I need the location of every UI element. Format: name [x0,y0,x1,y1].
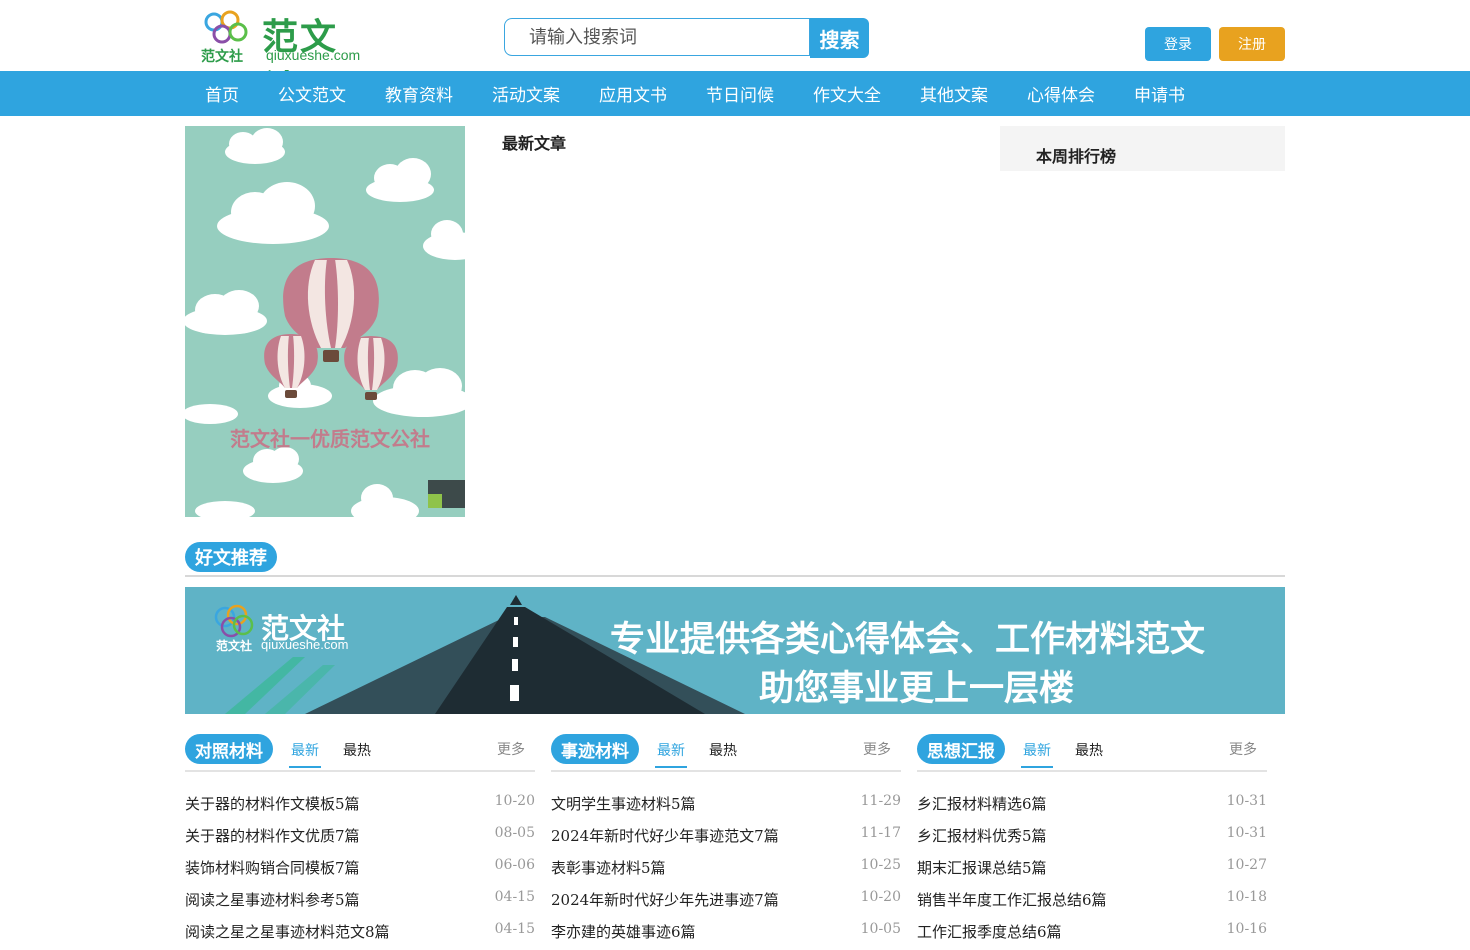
item-title[interactable]: 表彰事迹材料5篇 [551,857,666,878]
item-title[interactable]: 期末汇报课总结5篇 [917,857,1047,878]
list-item[interactable]: 表彰事迹材料5篇 10-25 [551,854,901,886]
item-date: 10-18 [1226,889,1267,905]
more-link[interactable]: 更多 [863,739,891,759]
item-title[interactable]: 乡汇报材料精选6篇 [917,793,1047,814]
nav-item-official[interactable]: 公文范文 [278,81,346,106]
banner-logo-domain: qiuxueshe.com [261,637,349,652]
tab-hottest[interactable]: 最热 [1075,740,1103,760]
item-title[interactable]: 2024年新时代好少年先进事迹7篇 [551,889,779,910]
poster-image[interactable]: 范文社一优质范文公社 [185,126,465,517]
item-date: 11-29 [860,793,901,809]
tab-hottest[interactable]: 最热 [343,740,371,760]
list-item[interactable]: 销售半年度工作汇报总结6篇 10-18 [917,886,1267,918]
login-button[interactable]: 登录 [1145,27,1211,61]
column-header: 思想汇报 最新 最热 更多 [917,734,1267,772]
item-date: 11-17 [860,825,901,841]
item-title[interactable]: 工作汇报季度总结6篇 [917,921,1062,942]
weekly-ranking-box: 本周排行榜 [1000,126,1285,171]
nav-item-essay[interactable]: 作文大全 [813,81,881,106]
item-title[interactable]: 关于器的材料作文优质7篇 [185,825,360,846]
banner-subheadline: 助您事业更上一层楼 [759,669,1075,709]
list-item[interactable]: 阅读之星事迹材料参考5篇 04-15 [185,886,535,918]
list-item[interactable]: 2024年新时代好少年先进事迹7篇 10-20 [551,886,901,918]
item-title[interactable]: 装饰材料购销合同模板7篇 [185,857,360,878]
more-link[interactable]: 更多 [1229,739,1257,759]
list-item[interactable]: 文明学生事迹材料5篇 11-29 [551,790,901,822]
site-logo[interactable]: 范文社 范文社 qiuxueshe.com [200,8,375,110]
column-thought-reports: 思想汇报 最新 最热 更多 乡汇报材料精选6篇 10-31 乡汇报材料优秀5篇 10… [917,734,1267,950]
column-comparison-materials: 对照材料 最新 最热 更多 关于器的材料作文模板5篇 10-20 关于器的材料作文… [185,734,535,950]
item-title[interactable]: 阅读之星之星事迹材料范文8篇 [185,921,390,942]
list-item[interactable]: 关于器的材料作文优质7篇 08-05 [185,822,535,854]
item-title[interactable]: 文明学生事迹材料5篇 [551,793,696,814]
item-date: 04-15 [494,889,535,905]
tab-active-underline [655,766,687,768]
register-button[interactable]: 注册 [1219,27,1285,61]
column-header: 事迹材料 最新 最热 更多 [551,734,901,772]
search-box [504,18,810,56]
tab-hottest[interactable]: 最热 [709,740,737,760]
tab-active-underline [1021,766,1053,768]
latest-articles-title: 最新文章 [502,134,567,153]
item-title[interactable]: 2024年新时代好少年事迹范文7篇 [551,825,779,846]
section-divider [185,575,1285,577]
search-button[interactable]: 搜索 [810,18,869,58]
nav-item-holiday[interactable]: 节日问候 [706,81,774,106]
nav-item-application[interactable]: 申请书 [1134,81,1185,106]
item-title[interactable]: 销售半年度工作汇报总结6篇 [917,889,1107,910]
logo-small-text: 范文社 [201,49,243,65]
nav-item-experience[interactable]: 心得体会 [1027,81,1095,106]
main-nav: 首页 公文范文 教育资料 活动文案 应用文书 节日问候 作文大全 其他文案 心得… [0,71,1470,116]
promo-banner[interactable]: 范文社 范文社 qiuxueshe.com 专业提供各类心得体会、工作材料范文 … [185,587,1285,714]
logo-domain: qiuxueshe.com [266,47,361,63]
poster-caption: 范文社一优质范文公社 [230,427,430,451]
column-deeds-materials: 事迹材料 最新 最热 更多 文明学生事迹材料5篇 11-29 2024年新时代好少… [551,734,901,950]
item-date: 10-31 [1226,793,1267,809]
list-item[interactable]: 乡汇报材料精选6篇 10-31 [917,790,1267,822]
item-date: 10-27 [1226,857,1267,873]
item-date: 10-16 [1226,921,1267,937]
more-link[interactable]: 更多 [497,739,525,759]
list-item[interactable]: 期末汇报课总结5篇 10-27 [917,854,1267,886]
column-badge: 思想汇报 [917,734,1005,764]
item-date: 10-05 [860,921,901,937]
column-header: 对照材料 最新 最热 更多 [185,734,535,772]
tab-active-underline [289,766,321,768]
item-date: 04-15 [494,921,535,937]
nav-list: 首页 公文范文 教育资料 活动文案 应用文书 节日问候 作文大全 其他文案 心得… [205,71,1224,116]
item-title[interactable]: 李亦建的英雄事迹6篇 [551,921,696,942]
tab-latest[interactable]: 最新 [657,740,685,760]
banner-headline: 专业提供各类心得体会、工作材料范文 [610,620,1206,660]
list-item[interactable]: 乡汇报材料优秀5篇 10-31 [917,822,1267,854]
weekly-ranking-title: 本周排行榜 [1036,147,1117,166]
hot-air-balloons-illustration [185,128,465,517]
tab-latest[interactable]: 最新 [291,740,319,760]
list-item[interactable]: 关于器的材料作文模板5篇 10-20 [185,790,535,822]
item-title[interactable]: 阅读之星事迹材料参考5篇 [185,889,360,910]
item-title[interactable]: 关于器的材料作文模板5篇 [185,793,360,814]
item-date: 06-06 [494,857,535,873]
column-badge: 对照材料 [185,734,273,764]
list-item[interactable]: 装饰材料购销合同模板7篇 06-06 [185,854,535,886]
nav-item-other[interactable]: 其他文案 [920,81,988,106]
item-date: 08-05 [494,825,535,841]
item-date: 10-20 [494,793,535,809]
item-title[interactable]: 乡汇报材料优秀5篇 [917,825,1047,846]
nav-item-education[interactable]: 教育资料 [385,81,453,106]
nav-item-activity[interactable]: 活动文案 [492,81,560,106]
recommend-badge: 好文推荐 [185,542,277,572]
column-badge: 事迹材料 [551,734,639,764]
item-date: 10-25 [860,857,901,873]
nav-item-home[interactable]: 首页 [205,81,239,106]
nav-item-applied[interactable]: 应用文书 [599,81,667,106]
tab-latest[interactable]: 最新 [1023,740,1051,760]
list-item[interactable]: 2024年新时代好少年事迹范文7篇 11-17 [551,822,901,854]
item-date: 10-31 [1226,825,1267,841]
banner-logo-small: 范文社 [216,639,253,653]
search-input[interactable] [529,19,799,55]
item-date: 10-20 [860,889,901,905]
